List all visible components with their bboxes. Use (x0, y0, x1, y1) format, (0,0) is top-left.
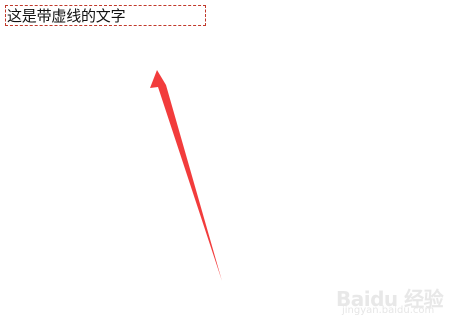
watermark-url-text: jingyan.baidu.com (342, 305, 435, 316)
baidu-jingyan-watermark: Baidu 经验 jingyan.baidu.com (336, 283, 444, 319)
arrow-icon (150, 70, 222, 281)
